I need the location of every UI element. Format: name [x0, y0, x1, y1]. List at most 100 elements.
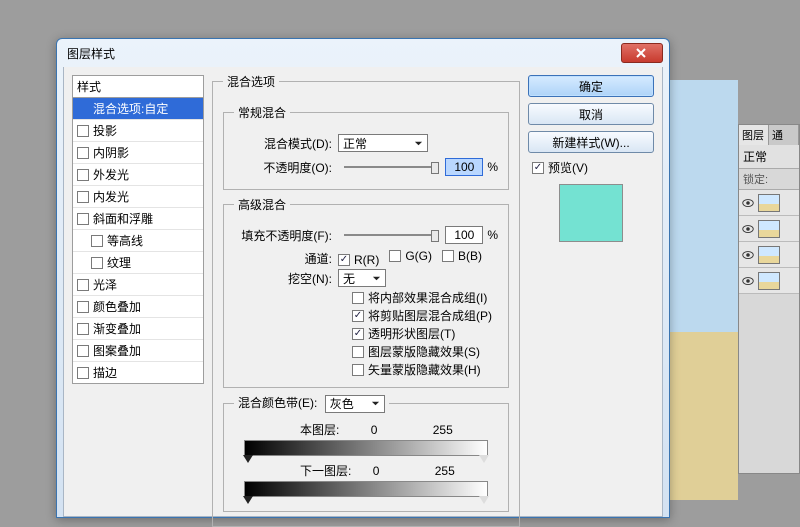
layer-thumb [758, 246, 780, 264]
styles-header: 样式 [72, 75, 204, 98]
canvas-backdrop [658, 80, 738, 500]
channels-tab[interactable]: 通 [769, 125, 799, 145]
layer-thumb [758, 220, 780, 238]
channel-checkbox[interactable] [389, 250, 401, 262]
percent-suffix: % [487, 160, 498, 174]
style-checkbox[interactable] [91, 235, 103, 247]
style-checkbox[interactable] [77, 147, 89, 159]
style-checkbox[interactable] [77, 191, 89, 203]
chevron-down-icon [372, 274, 381, 283]
option-checkbox[interactable] [352, 364, 364, 376]
channels-row: R(R)G(G)B(B) [338, 249, 492, 267]
visibility-icon[interactable] [741, 248, 755, 262]
percent-suffix: % [487, 228, 498, 242]
layer-thumb [758, 194, 780, 212]
style-checkbox[interactable] [91, 257, 103, 269]
layer-row[interactable] [739, 268, 799, 294]
channels-label: 通道: [234, 250, 338, 267]
blend-mode-select[interactable]: 正常 [338, 134, 428, 152]
style-checkbox[interactable] [77, 323, 89, 335]
dialog-title: 图层样式 [67, 45, 621, 62]
preview-checkbox[interactable] [532, 162, 544, 174]
style-item[interactable]: 图案叠加 [73, 340, 203, 362]
style-checkbox[interactable] [77, 169, 89, 181]
style-item[interactable]: 内阴影 [73, 142, 203, 164]
style-item[interactable]: 等高线 [73, 230, 203, 252]
close-icon [636, 48, 648, 58]
titlebar: 图层样式 [57, 39, 669, 67]
visibility-icon[interactable] [741, 196, 755, 210]
this-layer-low: 0 [371, 423, 378, 437]
opacity-slider[interactable] [344, 160, 439, 174]
this-layer-label: 本图层: [300, 423, 339, 437]
option-label: 将内部效果混合成组(I) [368, 289, 487, 306]
advanced-blend-group: 高级混合 填充不透明度(F): % 通道: R(R)G(G)B(B) 挖空(N)… [223, 196, 509, 388]
option-label: 透明形状图层(T) [368, 325, 455, 342]
option-label: 将剪贴图层混合成组(P) [368, 307, 492, 324]
blendif-group: 混合颜色带(E): 灰色 本图层: 0 255 下一图层: 0 255 [223, 394, 509, 512]
knockout-select[interactable]: 无 [338, 269, 386, 287]
style-label: 描边 [93, 364, 117, 381]
style-label: 光泽 [93, 276, 117, 293]
fill-opacity-slider[interactable] [344, 228, 439, 242]
general-blend-legend: 常规混合 [234, 104, 290, 121]
style-label: 混合选项:自定 [93, 100, 168, 117]
ok-button[interactable]: 确定 [528, 75, 654, 97]
style-label: 投影 [93, 122, 117, 139]
style-checkbox[interactable] [77, 345, 89, 357]
this-layer-gradient[interactable] [244, 440, 488, 456]
style-item[interactable]: 外发光 [73, 164, 203, 186]
under-layer-gradient[interactable] [244, 481, 488, 497]
blend-mode-value: 正常 [343, 135, 367, 152]
opacity-input[interactable] [445, 158, 483, 176]
style-label: 渐变叠加 [93, 320, 141, 337]
option-label: 矢量蒙版隐藏效果(H) [368, 361, 481, 378]
option-checkbox[interactable] [352, 310, 364, 322]
option-checkbox[interactable] [352, 292, 364, 304]
layers-blend-mode[interactable]: 正常 [739, 145, 799, 169]
option-checkbox[interactable] [352, 346, 364, 358]
style-label: 内阴影 [93, 144, 129, 161]
blendif-select[interactable]: 灰色 [325, 395, 385, 413]
blend-options-group: 混合选项 常规混合 混合模式(D): 正常 不透明度(O): [212, 73, 520, 527]
style-item[interactable]: 渐变叠加 [73, 318, 203, 340]
style-checkbox[interactable] [77, 125, 89, 137]
channel-checkbox[interactable] [442, 250, 454, 262]
visibility-icon[interactable] [741, 222, 755, 236]
style-label: 内发光 [93, 188, 129, 205]
layers-tab[interactable]: 图层 [739, 125, 769, 145]
style-item[interactable]: 光泽 [73, 274, 203, 296]
channel-label: B(B) [458, 249, 482, 263]
option-checkbox[interactable] [352, 328, 364, 340]
style-item[interactable]: 混合选项:自定 [73, 98, 203, 120]
new-style-button[interactable]: 新建样式(W)... [528, 131, 654, 153]
style-label: 颜色叠加 [93, 298, 141, 315]
layer-row[interactable] [739, 190, 799, 216]
style-checkbox[interactable] [77, 367, 89, 379]
knockout-value: 无 [343, 270, 355, 287]
style-item[interactable]: 颜色叠加 [73, 296, 203, 318]
general-blend-group: 常规混合 混合模式(D): 正常 不透明度(O): % [223, 104, 509, 190]
this-layer-high: 255 [433, 423, 453, 437]
cancel-button[interactable]: 取消 [528, 103, 654, 125]
style-checkbox[interactable] [77, 279, 89, 291]
style-item[interactable]: 投影 [73, 120, 203, 142]
style-label: 等高线 [107, 232, 143, 249]
layer-row[interactable] [739, 216, 799, 242]
opacity-label: 不透明度(O): [234, 159, 338, 176]
style-item[interactable]: 内发光 [73, 186, 203, 208]
style-checkbox[interactable] [77, 213, 89, 225]
preview-label: 预览(V) [548, 159, 588, 176]
channel-checkbox[interactable] [338, 254, 350, 266]
layer-row[interactable] [739, 242, 799, 268]
style-checkbox[interactable] [77, 301, 89, 313]
visibility-icon[interactable] [741, 274, 755, 288]
fill-opacity-input[interactable] [445, 226, 483, 244]
style-item[interactable]: 纹理 [73, 252, 203, 274]
close-button[interactable] [621, 43, 663, 63]
style-item[interactable]: 斜面和浮雕 [73, 208, 203, 230]
advanced-blend-legend: 高级混合 [234, 196, 290, 213]
style-item[interactable]: 描边 [73, 362, 203, 383]
style-label: 图案叠加 [93, 342, 141, 359]
advanced-options: 将内部效果混合成组(I)将剪贴图层混合成组(P)透明形状图层(T)图层蒙版隐藏效… [352, 289, 498, 378]
